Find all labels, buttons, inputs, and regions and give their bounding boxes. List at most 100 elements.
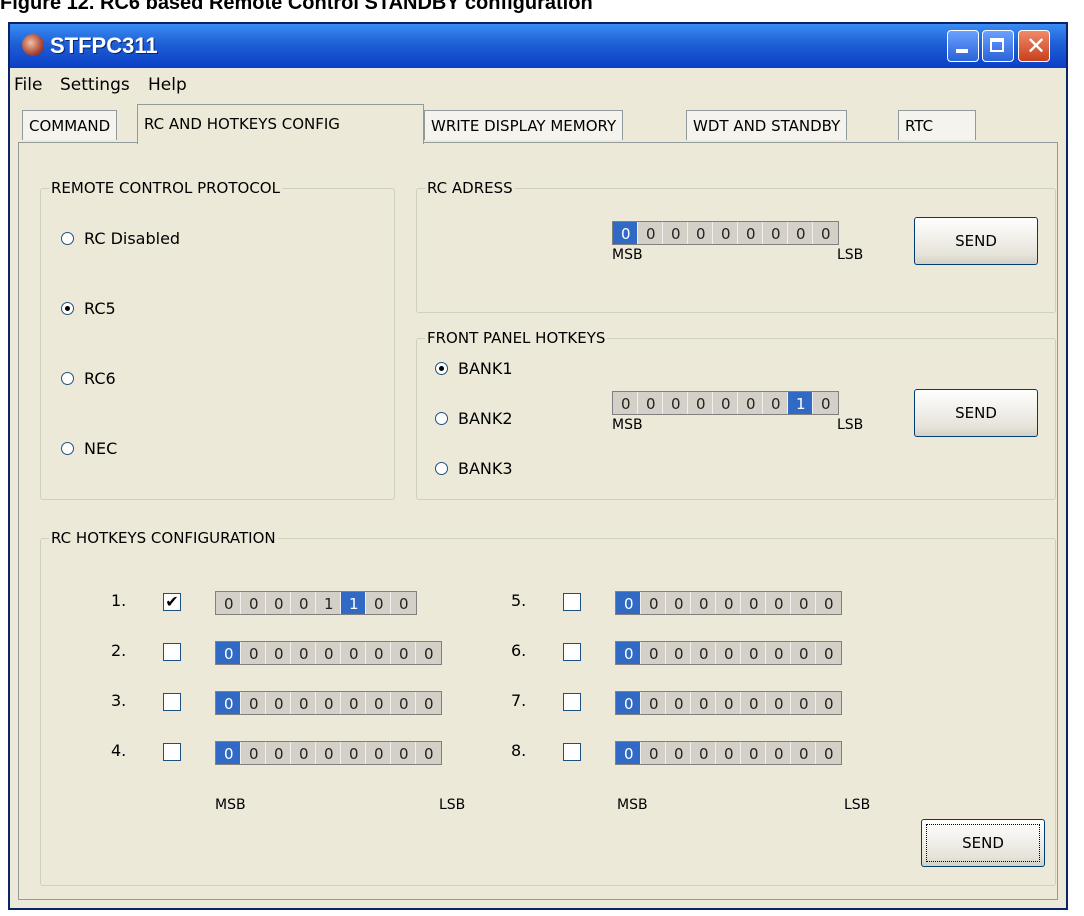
bit-cell[interactable]: 0 [391, 592, 416, 614]
hotkey-enable-checkbox[interactable] [163, 643, 181, 661]
hotkey-enable-checkbox[interactable] [563, 643, 581, 661]
bit-cell[interactable]: 0 [766, 642, 791, 664]
bit-cell[interactable]: 0 [766, 692, 791, 714]
tab-rc-hotkeys-config[interactable]: RC AND HOTKEYS CONFIG [137, 104, 424, 144]
bit-cell[interactable]: 0 [816, 642, 841, 664]
bit-cell[interactable]: 0 [266, 742, 291, 764]
bit-cell[interactable]: 0 [788, 222, 813, 244]
title-bar[interactable]: STFPC311 ✕ [10, 24, 1066, 68]
bit-cell[interactable]: 0 [266, 692, 291, 714]
bit-cell[interactable]: 0 [266, 592, 291, 614]
bit-cell[interactable]: 0 [738, 222, 763, 244]
bit-cell[interactable]: 0 [391, 742, 416, 764]
radio-rc5[interactable]: RC5 [61, 299, 116, 318]
bit-cell[interactable]: 0 [716, 592, 741, 614]
close-button[interactable]: ✕ [1018, 30, 1050, 62]
bit-cell[interactable]: 0 [638, 222, 663, 244]
bit-cell[interactable]: 0 [691, 592, 716, 614]
bit-cell[interactable]: 0 [713, 222, 738, 244]
hotkey-bits[interactable]: 000000000 [215, 641, 442, 665]
bit-cell[interactable]: 0 [391, 692, 416, 714]
bit-cell[interactable]: 0 [816, 742, 841, 764]
bit-cell[interactable]: 0 [791, 742, 816, 764]
bit-cell[interactable]: 0 [813, 222, 838, 244]
rc-hotkeys-send-button[interactable]: SEND [921, 819, 1045, 867]
bit-cell[interactable]: 0 [666, 642, 691, 664]
bit-cell[interactable]: 0 [366, 592, 391, 614]
menu-settings[interactable]: Settings [60, 75, 130, 95]
hotkey-enable-checkbox[interactable] [563, 743, 581, 761]
bit-cell[interactable]: 0 [791, 592, 816, 614]
bit-cell[interactable]: 0 [613, 392, 638, 414]
bit-cell[interactable]: 0 [763, 222, 788, 244]
bit-cell[interactable]: 0 [366, 692, 391, 714]
bit-cell[interactable]: 0 [691, 742, 716, 764]
bit-cell[interactable]: 0 [738, 392, 763, 414]
maximize-button[interactable] [982, 30, 1014, 62]
bit-cell[interactable]: 0 [266, 642, 291, 664]
bit-cell[interactable]: 0 [241, 642, 266, 664]
bit-cell[interactable]: 0 [766, 592, 791, 614]
bit-cell[interactable]: 0 [691, 692, 716, 714]
bit-cell[interactable]: 0 [216, 692, 241, 714]
radio-rc-disabled[interactable]: RC Disabled [61, 229, 180, 248]
bit-cell[interactable]: 0 [688, 392, 713, 414]
bit-cell[interactable]: 0 [216, 742, 241, 764]
bit-cell[interactable]: 0 [641, 742, 666, 764]
bit-cell[interactable]: 0 [641, 642, 666, 664]
bit-cell[interactable]: 0 [688, 222, 713, 244]
bit-cell[interactable]: 0 [291, 742, 316, 764]
bit-cell[interactable]: 0 [216, 592, 241, 614]
tab-command[interactable]: COMMAND [22, 110, 118, 140]
bit-cell[interactable]: 0 [291, 642, 316, 664]
bit-cell[interactable]: 0 [216, 642, 241, 664]
bit-cell[interactable]: 1 [316, 592, 341, 614]
bit-cell[interactable]: 0 [666, 592, 691, 614]
hotkey-enable-checkbox[interactable] [163, 693, 181, 711]
bit-cell[interactable]: 0 [616, 692, 641, 714]
bit-cell[interactable]: 0 [666, 742, 691, 764]
bit-cell[interactable]: 0 [291, 692, 316, 714]
bit-cell[interactable]: 0 [616, 742, 641, 764]
radio-bank1[interactable]: BANK1 [435, 359, 513, 378]
bit-cell[interactable]: 0 [366, 742, 391, 764]
radio-nec[interactable]: NEC [61, 439, 117, 458]
bit-cell[interactable]: 0 [341, 692, 366, 714]
bit-cell[interactable]: 0 [316, 642, 341, 664]
bit-cell[interactable]: 0 [663, 392, 688, 414]
bit-cell[interactable]: 0 [241, 692, 266, 714]
bit-cell[interactable]: 0 [791, 692, 816, 714]
bit-cell[interactable]: 0 [638, 392, 663, 414]
bit-cell[interactable]: 0 [766, 742, 791, 764]
tab-wdt-standby[interactable]: WDT AND STANDBY [686, 110, 848, 140]
bit-cell[interactable]: 1 [788, 392, 813, 414]
bit-cell[interactable]: 1 [341, 592, 366, 614]
bit-cell[interactable]: 0 [416, 742, 441, 764]
front-panel-send-button[interactable]: SEND [914, 389, 1038, 437]
radio-bank2[interactable]: BANK2 [435, 409, 513, 428]
tab-write-display-memory[interactable]: WRITE DISPLAY MEMORY [424, 110, 624, 140]
bit-cell[interactable]: 0 [816, 692, 841, 714]
bit-cell[interactable]: 0 [316, 742, 341, 764]
bit-cell[interactable]: 0 [763, 392, 788, 414]
hotkey-bits[interactable]: 000000000 [615, 641, 842, 665]
rc-address-bits[interactable]: 000000000 [612, 221, 839, 245]
bit-cell[interactable]: 0 [741, 692, 766, 714]
bit-cell[interactable]: 0 [416, 692, 441, 714]
tab-rtc[interactable]: RTC [898, 110, 976, 140]
bit-cell[interactable]: 0 [716, 742, 741, 764]
bit-cell[interactable]: 0 [291, 592, 316, 614]
menu-help[interactable]: Help [148, 75, 187, 95]
hotkey-bits[interactable]: 000000000 [215, 741, 442, 765]
bit-cell[interactable]: 0 [241, 592, 266, 614]
bit-cell[interactable]: 0 [741, 642, 766, 664]
bit-cell[interactable]: 0 [391, 642, 416, 664]
bit-cell[interactable]: 0 [316, 692, 341, 714]
front-panel-bits[interactable]: 000000010 [612, 391, 839, 415]
hotkey-bits[interactable]: 000000000 [215, 691, 442, 715]
bit-cell[interactable]: 0 [741, 592, 766, 614]
bit-cell[interactable]: 0 [366, 642, 391, 664]
bit-cell[interactable]: 0 [616, 642, 641, 664]
bit-cell[interactable]: 0 [416, 642, 441, 664]
radio-bank3[interactable]: BANK3 [435, 459, 513, 478]
